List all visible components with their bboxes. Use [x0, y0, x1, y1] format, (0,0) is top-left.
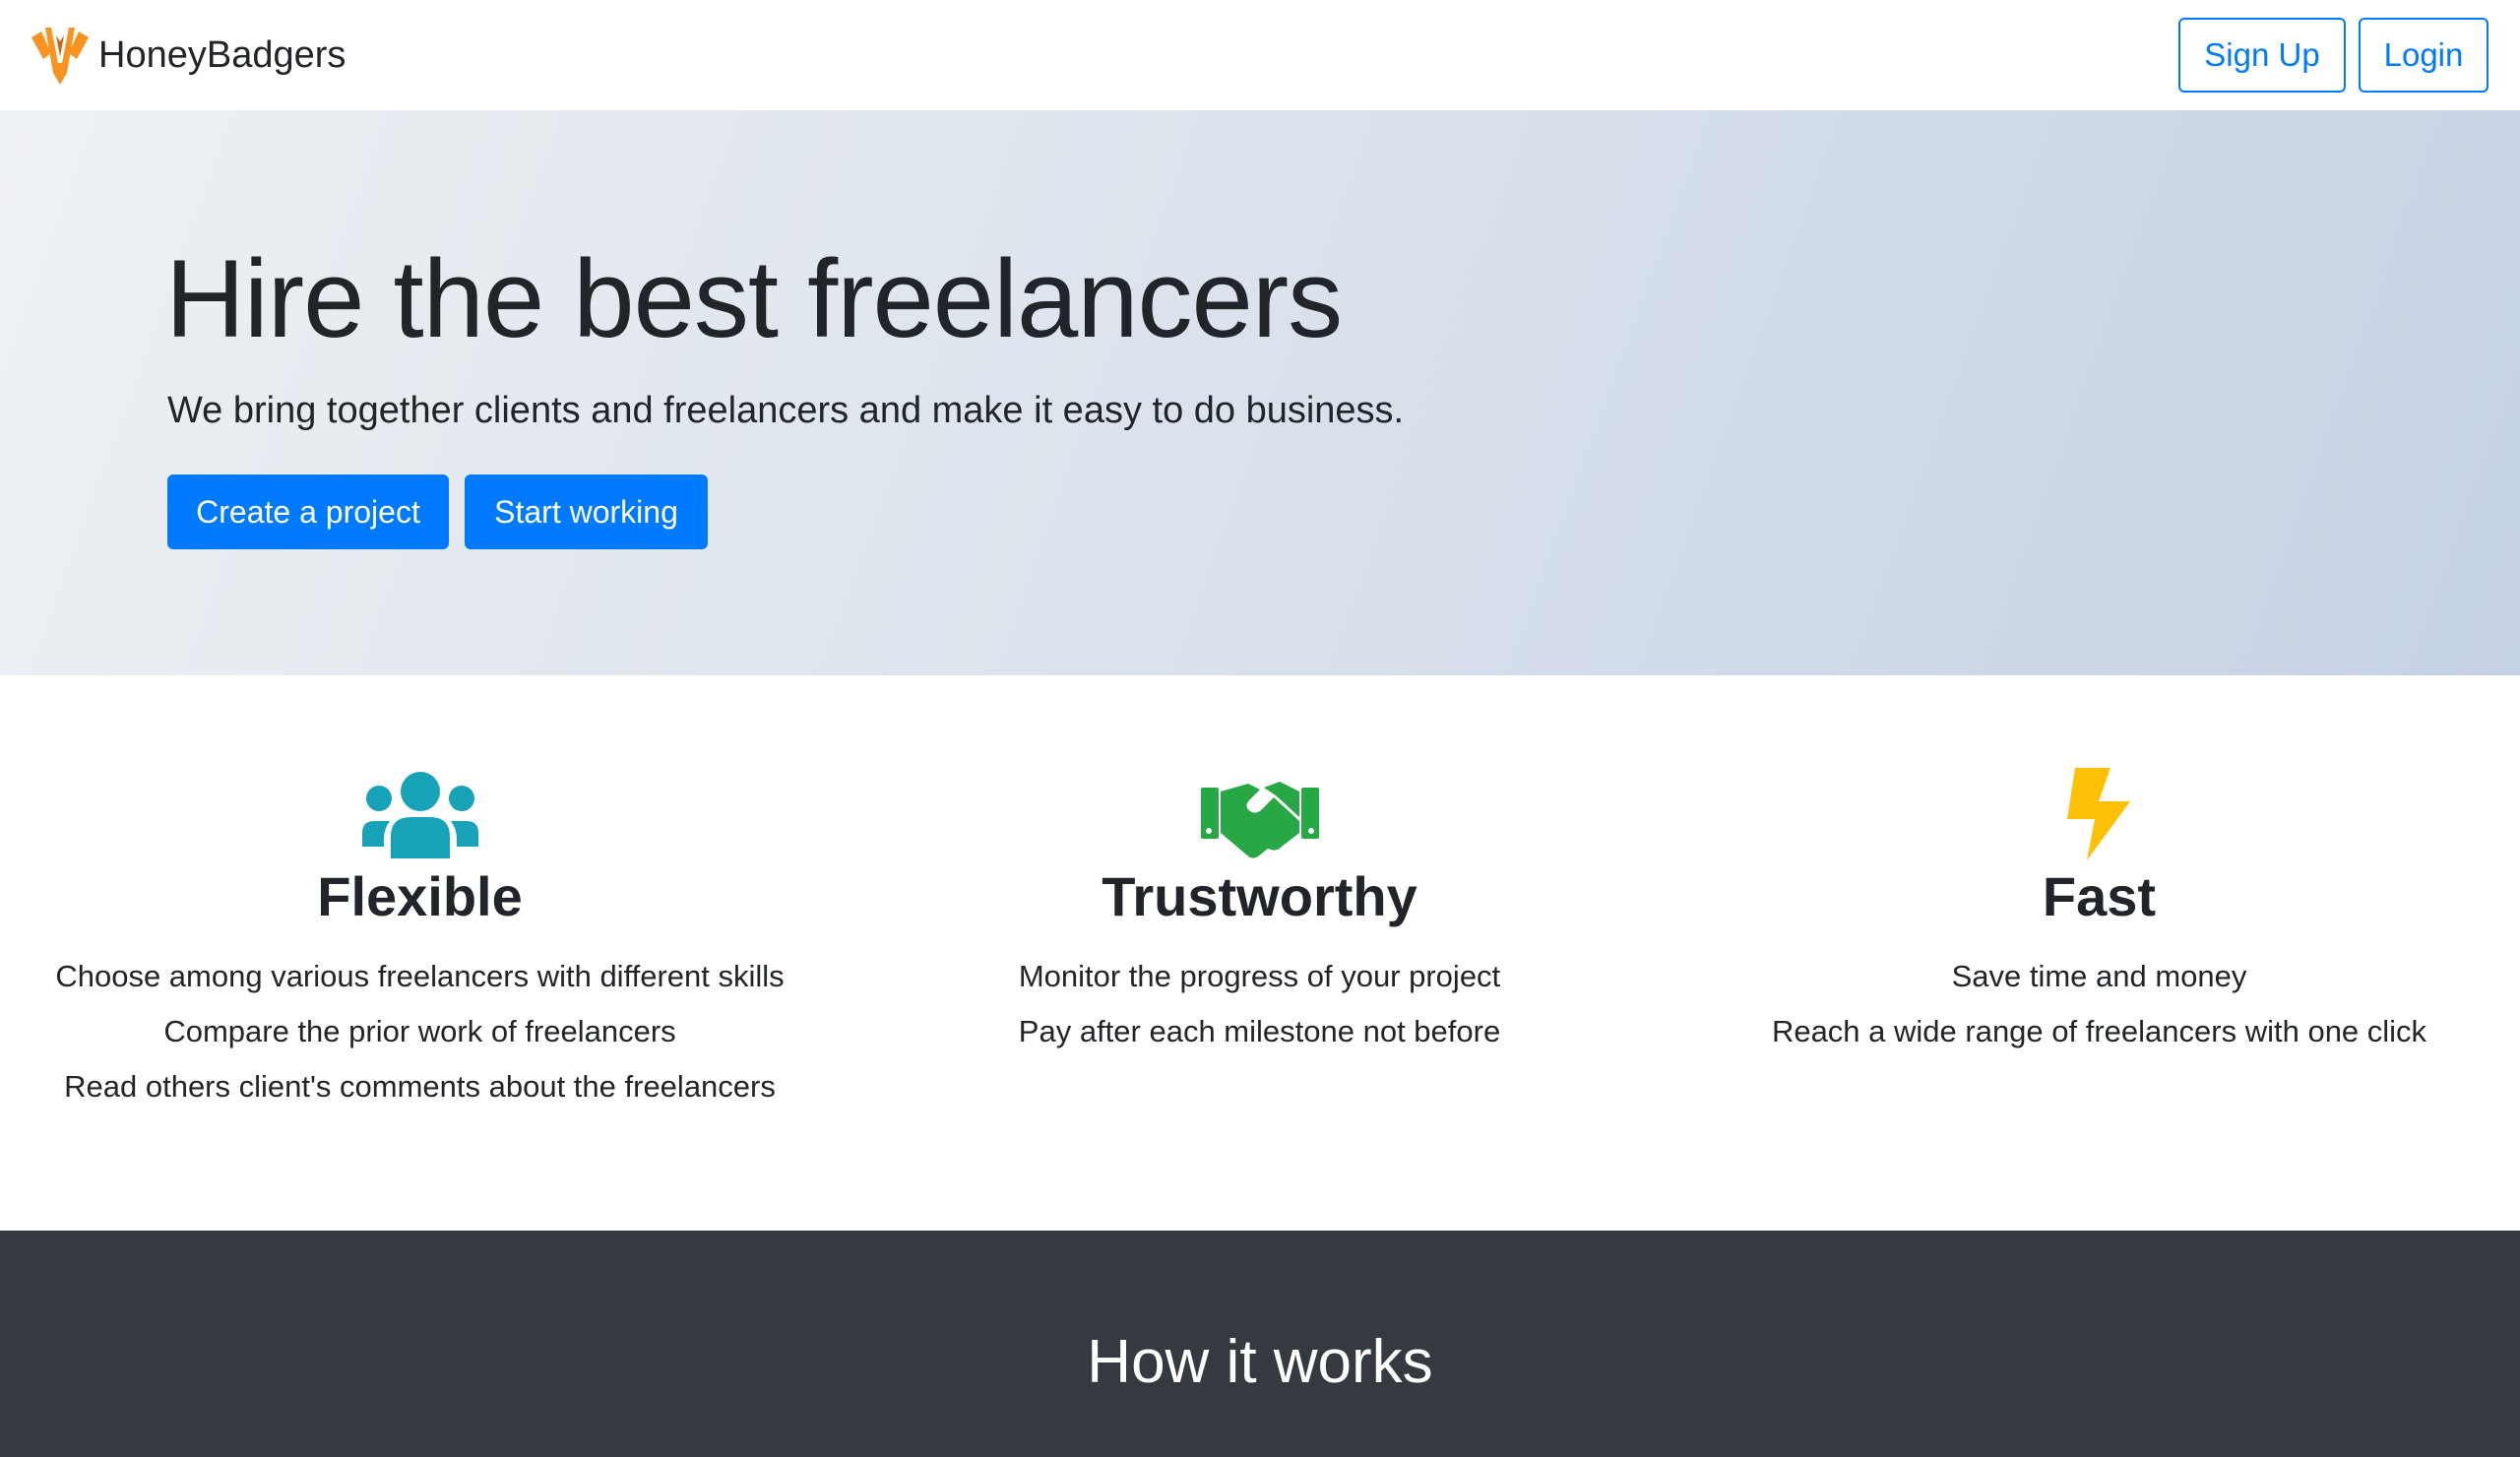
feature-line: Pay after each milestone not before	[1018, 1013, 1501, 1048]
feature-line: Read others client's comments about the …	[64, 1068, 776, 1104]
feature-title: Fast	[2042, 865, 2157, 927]
sign-up-button[interactable]: Sign Up	[2178, 18, 2346, 93]
feature-description: Monitor the progress of your project Pay…	[840, 949, 1679, 1059]
feature-description: Choose among various freelancers with di…	[0, 949, 840, 1114]
feature-line: Save time and money	[1951, 958, 2247, 993]
start-working-button[interactable]: Start working	[465, 475, 708, 549]
how-it-works-title: How it works	[1087, 1328, 1433, 1396]
feature-line: Monitor the progress of your project	[1018, 958, 1501, 993]
lightning-bolt-icon	[2066, 768, 2130, 860]
hero-section: Hire the best freelancers We bring toget…	[0, 110, 2520, 675]
brand-link[interactable]: HoneyBadgers	[30, 24, 346, 87]
hero-title: Hire the best freelancers	[165, 237, 1343, 360]
feature-line: Choose among various freelancers with di…	[55, 958, 785, 993]
feature-line: Reach a wide range of freelancers with o…	[1771, 1013, 2427, 1048]
feature-flexible: Flexible Choose among various freelancer…	[0, 768, 840, 1114]
users-icon	[361, 772, 478, 858]
brand-name: HoneyBadgers	[98, 34, 346, 76]
honey-badger-logo-icon	[32, 26, 89, 85]
create-project-button[interactable]: Create a project	[167, 475, 449, 549]
feature-title: Trustworthy	[1102, 865, 1418, 927]
feature-description: Save time and money Reach a wide range o…	[1679, 949, 2519, 1059]
navbar: HoneyBadgers Sign Up Login	[0, 0, 2520, 110]
how-it-works-section: How it works	[0, 1231, 2520, 1457]
feature-fast: Fast Save time and money Reach a wide ra…	[1679, 768, 2519, 1059]
feature-title: Flexible	[317, 865, 523, 927]
hero-subtitle: We bring together clients and freelancer…	[167, 390, 1405, 431]
feature-line: Compare the prior work of freelancers	[163, 1013, 676, 1048]
login-button[interactable]: Login	[2359, 18, 2488, 93]
feature-trustworthy: Trustworthy Monitor the progress of your…	[840, 768, 1679, 1059]
handshake-icon	[1200, 782, 1319, 858]
